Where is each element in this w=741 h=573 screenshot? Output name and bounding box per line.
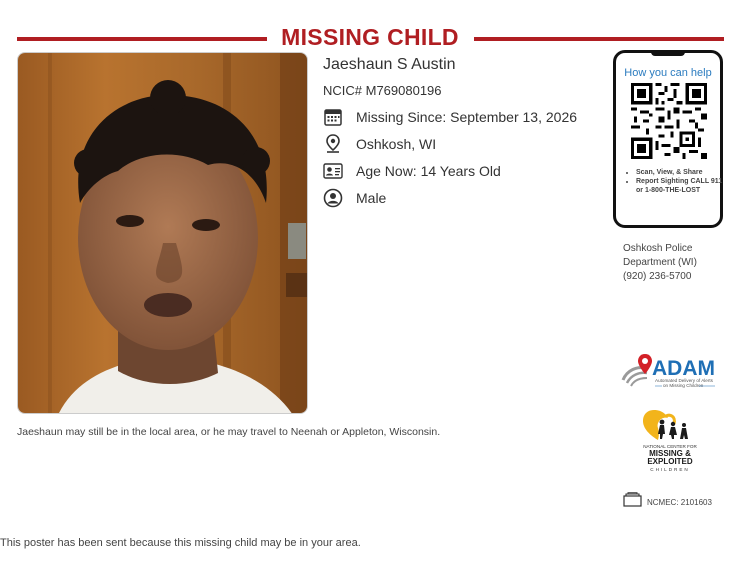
help-steps-list: Scan, View, & Share Report Sighting CALL… [624,168,730,195]
sex: Male [356,190,387,206]
ncmec-logo-text: CHILDREN [650,467,689,472]
qr-phone-panel: How you can help Scan, View, & Share Rep… [613,50,723,228]
location-row: Oshkosh, WI [323,133,436,155]
help-step: Report Sighting CALL 911 or 1-800-THE-LO… [636,177,730,195]
missing-since-row: Missing Since: September 13, 2026 [323,106,577,128]
age-row: Age Now: 14 Years Old [323,160,501,182]
ncmec-case-id: NCMEC: 2101603 [623,492,712,512]
agency-phone[interactable]: (920) 236-5700 [623,270,697,284]
child-name: Jaeshaun S Austin [323,56,456,73]
poster-title: MISSING CHILD [281,24,459,50]
ncmec-case-number: NCMEC: 2101603 [647,497,712,507]
header-rule-right [474,37,724,41]
agency-name-line2: Department (WI) [623,257,697,268]
adam-logo-title: ADAM [652,357,715,380]
location-pin-icon [323,134,343,154]
calendar-icon [323,107,343,127]
person-icon [323,188,343,208]
adam-logo-tagline: on Missing Children [663,383,704,388]
id-card-icon [323,161,343,181]
ncmec-logo: NATIONAL CENTER FOR MISSING & EXPLOITED … [643,410,697,472]
sex-row: Male [323,187,386,209]
footer-note: This poster has been sent because this m… [0,537,361,549]
travel-note: Jaeshaun may still be in the local area,… [17,426,441,438]
folder-icon [623,492,643,512]
qr-code[interactable] [631,83,707,159]
agency-contact: Oshkosh Police Department (WI) (920) 236… [623,242,697,284]
adam-logo: ADAM Automated Delivery of Alerts on Mis… [621,354,715,388]
help-step: Scan, View, & Share [636,168,730,177]
agency-name-line1: Oshkosh Police [623,243,693,254]
how-to-help-heading: How you can help [624,67,712,79]
header-rule-left [17,37,267,41]
missing-since: Missing Since: September 13, 2026 [356,109,578,125]
age-now: Age Now: 14 Years Old [356,163,501,179]
child-photo [17,52,308,414]
phone-notch [651,52,685,56]
missing-location: Oshkosh, WI [356,136,437,152]
ncmec-logo-text: EXPLOITED [647,457,693,466]
ncic-number: NCIC# M769080196 [323,83,442,98]
